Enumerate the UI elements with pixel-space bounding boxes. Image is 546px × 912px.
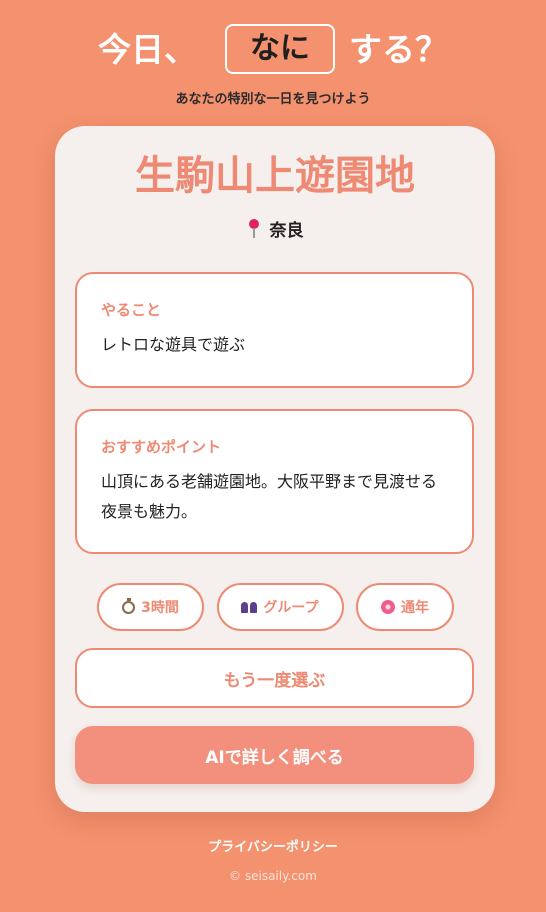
headline: 今日、 なに する？ bbox=[0, 24, 546, 74]
group-icon bbox=[241, 601, 258, 613]
place-name: 生駒山上遊園地 bbox=[135, 153, 415, 199]
reselect-button[interactable]: もう一度選ぶ bbox=[75, 648, 474, 708]
timer-icon bbox=[122, 597, 136, 614]
ai-search-button[interactable]: AIで詳しく調べる bbox=[75, 726, 474, 784]
todo-label: やること bbox=[101, 301, 162, 319]
pin-icon bbox=[247, 218, 261, 239]
recommend-box: おすすめポイント 山頂にある老舗遊園地。大阪平野まで見渡せる夜景も魅力。 bbox=[75, 409, 474, 554]
tag-duration: 3時間 bbox=[97, 583, 204, 631]
blossom-icon bbox=[381, 600, 395, 614]
tag-list: 3時間 グループ 通年 bbox=[97, 583, 454, 631]
privacy-policy-link[interactable]: プライバシーポリシー bbox=[0, 836, 546, 855]
tag-duration-label: 3時間 bbox=[141, 600, 179, 616]
result-card: 生駒山上遊園地 奈良 やること レトロな遊具で遊ぶ おすすめポイント 山頂にある… bbox=[55, 126, 495, 812]
todo-box: やること レトロな遊具で遊ぶ bbox=[75, 272, 474, 388]
recommend-text: 山頂にある老舗遊園地。大阪平野まで見渡せる夜景も魅力。 bbox=[101, 472, 438, 521]
copyright: © seisaily.com bbox=[229, 869, 317, 883]
location-label: 奈良 bbox=[269, 221, 304, 241]
headline-suffix: する？ bbox=[349, 29, 448, 69]
page: 今日、 なに する？ あなたの特別な一日を見つけよう 生駒山上遊園地 奈良 やる… bbox=[0, 0, 546, 912]
subtitle: あなたの特別な一日を見つけよう bbox=[175, 92, 371, 107]
activity-slot: なに bbox=[225, 24, 335, 74]
headline-prefix: 今日、 bbox=[98, 29, 197, 69]
todo-text: レトロな遊具で遊ぶ bbox=[101, 335, 246, 354]
location: 奈良 bbox=[55, 216, 495, 241]
tag-group-label: グループ bbox=[263, 600, 319, 616]
recommend-label: おすすめポイント bbox=[101, 438, 222, 456]
tag-season-label: 通年 bbox=[401, 600, 429, 616]
tag-group: グループ bbox=[216, 583, 344, 631]
tag-season: 通年 bbox=[356, 583, 454, 631]
